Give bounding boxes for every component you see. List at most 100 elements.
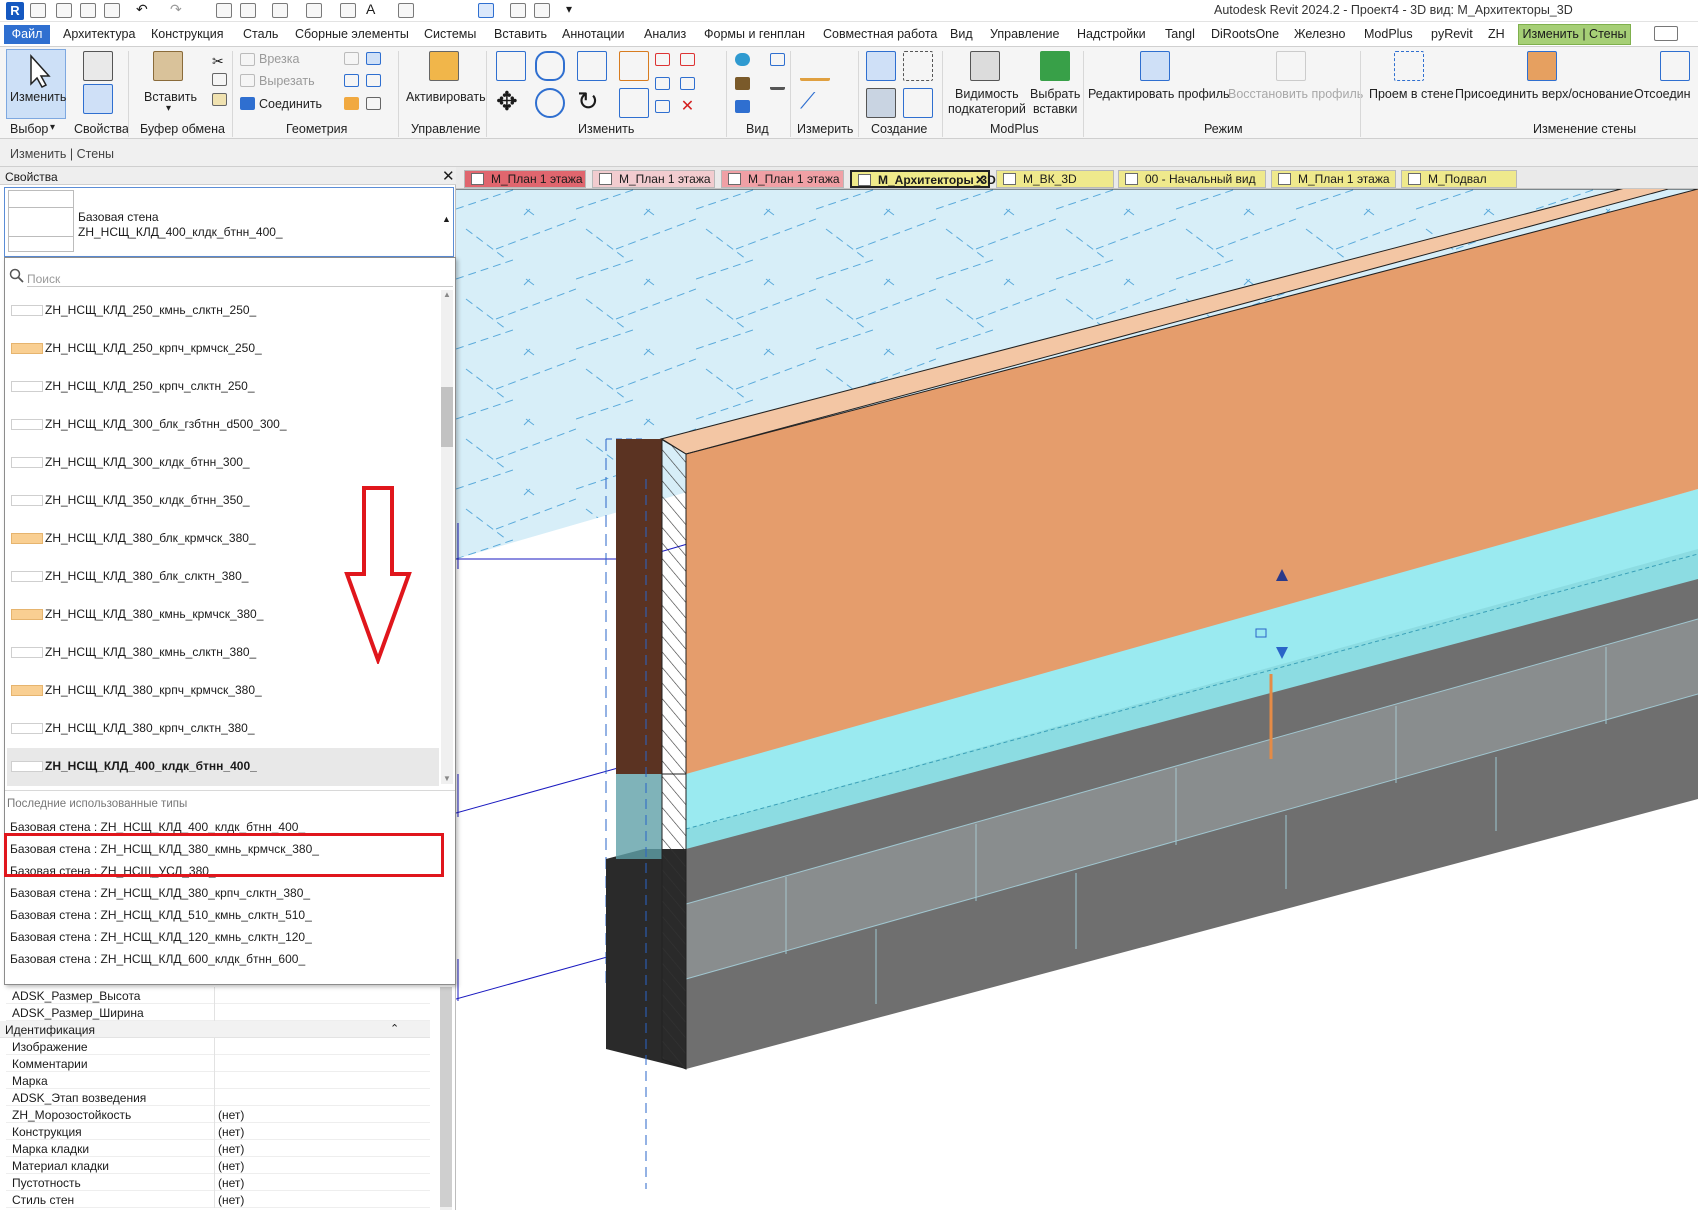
join-button[interactable]: Соединить: [259, 97, 322, 111]
thin-lines-icon[interactable]: [478, 3, 494, 18]
type-list-item[interactable]: ZH_НСЩ_КЛД_400_клдк_бтнн_400_: [7, 748, 439, 786]
pick-inserts-icon[interactable]: [1040, 51, 1070, 81]
tab-collaborate[interactable]: Совместная работа: [823, 27, 937, 41]
tab-structure[interactable]: Конструкция: [151, 27, 224, 41]
array-icon[interactable]: [655, 77, 670, 90]
paste-label[interactable]: Вставить: [144, 90, 197, 104]
scroll-down-icon[interactable]: ▼: [443, 774, 451, 783]
property-value[interactable]: (нет): [218, 1176, 244, 1190]
detach-icon[interactable]: [1660, 51, 1690, 81]
type-list-item[interactable]: ZH_НСЩ_КЛД_250_кмнь_слктн_250_: [7, 292, 439, 330]
customize-qat-icon[interactable]: ▾: [566, 2, 582, 17]
type-list-item[interactable]: ZH_НСЩ_КЛД_250_крпч_крмчск_250_: [7, 330, 439, 368]
type-list-item[interactable]: ZH_НСЩ_КЛД_300_блк_гзбтнн_d500_300_: [7, 406, 439, 444]
cut-profile-icon[interactable]: [735, 100, 750, 113]
linework-icon[interactable]: [770, 77, 785, 90]
tab-pyrevit[interactable]: pyRevit: [1431, 27, 1473, 41]
paint-icon[interactable]: [735, 77, 750, 90]
geometry-icon-4[interactable]: [366, 74, 381, 87]
properties-scrollbar[interactable]: [440, 987, 452, 1210]
join-icon[interactable]: [240, 97, 255, 110]
redo-icon[interactable]: ↷: [170, 1, 186, 17]
property-value[interactable]: (нет): [218, 1159, 244, 1173]
open-icon[interactable]: [30, 3, 46, 18]
view-tab[interactable]: М_План 1 этажа: [1271, 170, 1396, 188]
save-icon[interactable]: [80, 3, 96, 18]
collapse-icon[interactable]: ⌃: [390, 1022, 399, 1035]
tab-modify-walls[interactable]: Изменить | Стены: [1518, 24, 1631, 45]
tag-icon[interactable]: [340, 3, 356, 18]
tab-modplus[interactable]: ModPlus: [1364, 27, 1413, 41]
property-value[interactable]: (нет): [218, 1193, 244, 1207]
scroll-up-icon[interactable]: ▲: [443, 290, 451, 299]
undo-icon[interactable]: ↶: [136, 1, 152, 17]
close-icon[interactable]: ✕: [442, 167, 455, 185]
delete-icon[interactable]: ✕: [680, 99, 695, 115]
measure-icon-ribbon[interactable]: [800, 51, 830, 81]
view-tab[interactable]: М_План 1 этажа: [592, 170, 715, 188]
properties-header[interactable]: Свойства ✕: [0, 167, 456, 185]
property-row[interactable]: Комментарии: [6, 1055, 430, 1072]
select-chevron-icon[interactable]: ▾: [50, 122, 55, 133]
wall-end-section[interactable]: [616, 439, 662, 774]
text-icon[interactable]: A: [366, 1, 382, 17]
tab-precast[interactable]: Сборные элементы: [295, 27, 409, 41]
type-list-item[interactable]: ZH_НСЩ_КЛД_380_крпч_слктн_380_: [7, 710, 439, 748]
property-row[interactable]: Материал кладки (нет): [6, 1157, 430, 1174]
geometry-icon-2[interactable]: [366, 52, 381, 65]
3d-view-icon[interactable]: [398, 3, 414, 18]
property-row[interactable]: Изображение: [6, 1038, 430, 1055]
folder-icon[interactable]: [56, 3, 72, 18]
visibility-button-line2[interactable]: подкатегорий: [948, 102, 1026, 116]
offset-icon[interactable]: [535, 51, 565, 81]
type-list-scrollbar[interactable]: ▲ ▼: [441, 290, 453, 784]
property-row[interactable]: ADSK_Размер_Высота: [6, 987, 430, 1004]
tab-addins[interactable]: Надстройки: [1077, 27, 1146, 41]
recent-type-item[interactable]: Базовая стена : ZH_НСЩ_КЛД_600_клдк_бтнн…: [10, 952, 305, 966]
geometry-icon-5[interactable]: [344, 97, 359, 110]
tab-systems[interactable]: Системы: [424, 27, 476, 41]
modify-button[interactable]: Изменить: [6, 49, 66, 119]
recent-type-item[interactable]: Базовая стена : ZH_НСЩ_КЛД_400_клдк_бтнн…: [10, 820, 305, 834]
properties-top-icon[interactable]: [83, 51, 113, 81]
property-row[interactable]: Стиль стен (нет): [6, 1191, 430, 1208]
pick-inserts-button[interactable]: Выбрать: [1030, 87, 1080, 101]
property-row[interactable]: ADSK_Размер_Ширина: [6, 1004, 430, 1021]
property-row[interactable]: ADSK_Этап возведения: [6, 1089, 430, 1106]
align-icon[interactable]: [496, 51, 526, 81]
aligned-dimension-icon[interactable]: ⟋: [800, 88, 830, 118]
attach-button[interactable]: Присоединить верх/основание: [1455, 87, 1633, 101]
scale-icon[interactable]: [680, 77, 695, 90]
create-assembly-icon[interactable]: [903, 51, 933, 81]
attach-icon[interactable]: [1527, 51, 1557, 81]
level-line-2[interactable]: [456, 762, 637, 814]
pin-icon[interactable]: [655, 100, 670, 113]
override-graphics-icon[interactable]: [770, 53, 785, 66]
tab-insert[interactable]: Вставить: [494, 27, 547, 41]
property-row[interactable]: Марка кладки (нет): [6, 1140, 430, 1157]
type-selector-chevron-icon[interactable]: ▲: [442, 214, 451, 224]
view-tab[interactable]: М_Подвал: [1401, 170, 1517, 188]
property-value[interactable]: (нет): [218, 1142, 244, 1156]
print-icon[interactable]: [216, 3, 232, 18]
tab-massing[interactable]: Формы и генплан: [704, 27, 805, 41]
mirror-axis-icon[interactable]: [577, 51, 607, 81]
cut-icon[interactable]: ✂: [212, 53, 227, 69]
geometry-icon-1[interactable]: [344, 52, 359, 65]
scrollbar-thumb[interactable]: [441, 387, 453, 447]
wall-opening-icon[interactable]: [1394, 51, 1424, 81]
3d-viewport[interactable]: [456, 189, 1698, 1210]
tab-analyze[interactable]: Анализ: [644, 27, 686, 41]
paste-icon[interactable]: [153, 51, 183, 81]
trim-icon[interactable]: [619, 88, 649, 118]
measure-icon[interactable]: [272, 3, 288, 18]
property-value[interactable]: (нет): [218, 1108, 244, 1122]
detach-button[interactable]: Отсоедин: [1634, 87, 1691, 101]
dimension-icon[interactable]: [306, 3, 322, 18]
section-identification[interactable]: Идентификация ⌃: [0, 1021, 430, 1038]
view-tab[interactable]: 00 - Начальный вид: [1118, 170, 1266, 188]
create-similar-icon[interactable]: [903, 88, 933, 118]
tab-architecture[interactable]: Архитектура: [63, 27, 135, 41]
create-part-icon[interactable]: [866, 51, 896, 81]
recent-type-item[interactable]: Базовая стена : ZH_НСЩ_КЛД_380_крпч_слкт…: [10, 886, 310, 900]
